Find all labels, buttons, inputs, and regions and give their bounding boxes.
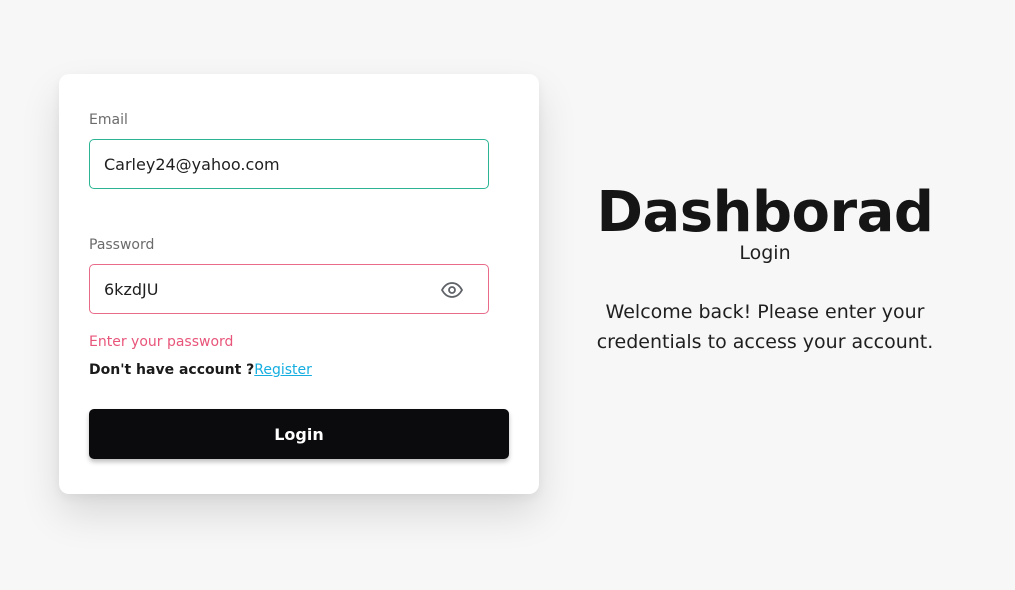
password-error: Enter your password bbox=[89, 334, 234, 350]
password-label: Password bbox=[89, 237, 155, 253]
eye-icon[interactable] bbox=[440, 278, 464, 302]
email-input[interactable] bbox=[104, 140, 434, 188]
no-account-text: Don't have account ? bbox=[89, 362, 255, 378]
register-link[interactable]: Register bbox=[254, 362, 312, 378]
password-input[interactable] bbox=[104, 265, 434, 313]
password-field[interactable] bbox=[89, 264, 489, 314]
email-label: Email bbox=[89, 112, 128, 128]
login-button[interactable]: Login bbox=[89, 409, 509, 459]
hero-section: Dashborad Login Welcome back! Please ent… bbox=[560, 180, 970, 357]
welcome-text: Welcome back! Please enter your credenti… bbox=[596, 301, 934, 353]
login-card: Email Password Enter your password Don't… bbox=[59, 74, 539, 494]
email-field[interactable] bbox=[89, 139, 489, 189]
register-prompt: Don't have account ?Register bbox=[89, 362, 312, 378]
page-title: Dashborad bbox=[596, 180, 934, 245]
